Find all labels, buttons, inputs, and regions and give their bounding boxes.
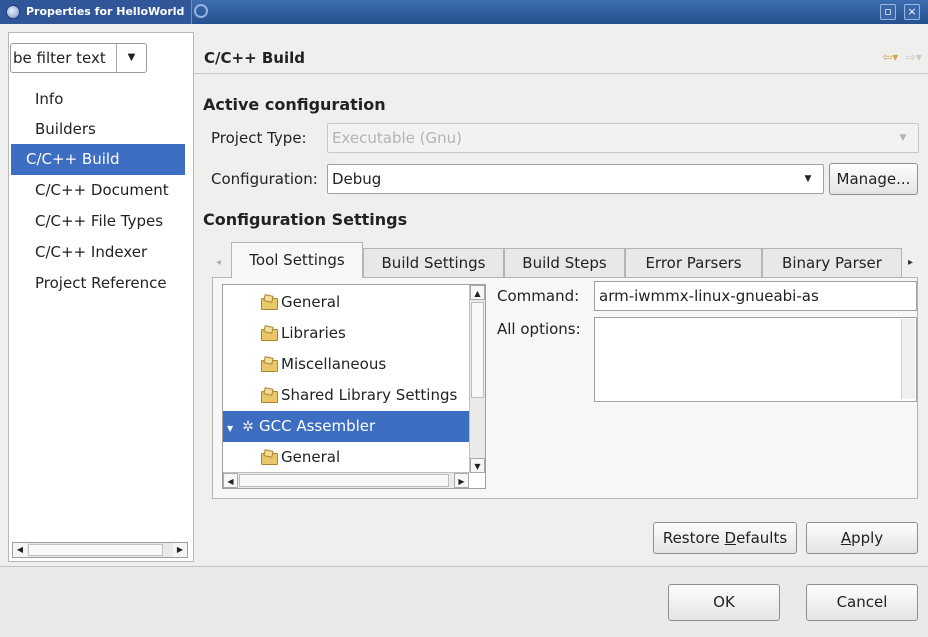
- nav-horizontal-scrollbar[interactable]: ◀ ▶: [12, 542, 188, 558]
- nav-item-project-references[interactable]: Project Reference: [9, 268, 194, 299]
- configuration-label: Configuration:: [211, 170, 318, 188]
- window-menu-icon[interactable]: [194, 4, 208, 18]
- tab-error-parsers[interactable]: Error Parsers: [625, 248, 762, 278]
- tab-scroll-right-icon[interactable]: ▸: [908, 248, 913, 278]
- tree-item-shared-library-settings[interactable]: Shared Library Settings: [261, 380, 457, 411]
- folder-icon: [261, 357, 278, 372]
- all-options-field[interactable]: [594, 317, 917, 402]
- scroll-thumb[interactable]: [28, 544, 163, 556]
- cancel-button[interactable]: Cancel: [806, 584, 918, 621]
- tree-item-general[interactable]: General: [261, 287, 340, 318]
- config-settings-heading: Configuration Settings: [203, 210, 408, 229]
- scroll-left-icon[interactable]: ◀: [13, 543, 27, 557]
- restore-defaults-button[interactable]: Restore Defaults: [653, 522, 797, 554]
- ok-button[interactable]: OK: [668, 584, 780, 621]
- filter-input[interactable]: [11, 44, 113, 72]
- nav-item-info[interactable]: Info: [9, 84, 194, 115]
- tree-item-libraries[interactable]: Libraries: [261, 318, 346, 349]
- history-nav: ⇦▾ ⇨▾: [882, 50, 922, 64]
- configuration-value: Debug: [332, 170, 382, 188]
- scroll-thumb[interactable]: [239, 474, 449, 487]
- active-config-heading: Active configuration: [203, 95, 386, 114]
- tree-item-gcc-assembler[interactable]: ▼ ✲ GCC Assembler: [223, 411, 469, 442]
- manage-button[interactable]: Manage...: [829, 163, 918, 195]
- configuration-combo[interactable]: Debug ▼: [327, 164, 824, 194]
- close-icon[interactable]: ×: [904, 4, 920, 20]
- chevron-down-icon: ▼: [127, 52, 136, 63]
- project-type-value: Executable (Gnu): [332, 129, 462, 147]
- scroll-right-icon[interactable]: ▶: [454, 473, 469, 488]
- gear-icon: ✲: [242, 419, 254, 435]
- app-icon: [6, 5, 20, 19]
- nav-item-cpp-document[interactable]: C/C++ Document: [9, 175, 194, 206]
- nav-item-cpp-build[interactable]: C/C++ Build: [11, 144, 185, 175]
- folder-icon: [261, 450, 278, 465]
- chevron-down-icon: ▼: [899, 133, 907, 143]
- tab-build-steps[interactable]: Build Steps: [504, 248, 625, 278]
- tool-tree: General Libraries Miscellaneous Shared L…: [222, 284, 486, 489]
- tab-tool-settings[interactable]: Tool Settings: [231, 242, 363, 278]
- tab-binary-parser[interactable]: Binary Parser: [762, 248, 902, 278]
- window-titlebar: Properties for HelloWorld ▫ ×: [0, 0, 928, 24]
- apply-button[interactable]: Apply: [806, 522, 918, 554]
- window-title: Properties for HelloWorld: [26, 5, 185, 18]
- nav-item-cpp-file-types[interactable]: C/C++ File Types: [9, 206, 194, 237]
- options-vertical-scrollbar: [901, 319, 915, 399]
- forward-arrow-icon: ⇨▾: [902, 50, 922, 64]
- settings-tab-bar: ◂ Tool Settings Build Settings Build Ste…: [212, 242, 918, 278]
- project-type-label: Project Type:: [211, 129, 307, 147]
- folder-icon: [261, 388, 278, 403]
- all-options-label: All options:: [497, 320, 581, 338]
- maximize-icon[interactable]: ▫: [880, 4, 896, 20]
- project-type-combo: Executable (Gnu) ▼: [327, 123, 919, 153]
- nav-item-cpp-indexer[interactable]: C/C++ Indexer: [9, 237, 194, 268]
- filter-box: ▼: [10, 43, 147, 73]
- folder-icon: [261, 326, 278, 341]
- page-title: C/C++ Build: [204, 49, 305, 67]
- tree-horizontal-scrollbar[interactable]: ◀ ▶: [223, 472, 469, 488]
- scroll-up-icon[interactable]: ▲: [470, 285, 485, 300]
- tree-item-assembler-general[interactable]: General: [261, 442, 340, 473]
- expand-arrow-icon[interactable]: ▼: [227, 413, 241, 444]
- dialog-footer: [0, 567, 928, 637]
- tab-build-settings[interactable]: Build Settings: [363, 248, 504, 278]
- scroll-down-icon[interactable]: ▼: [470, 458, 485, 473]
- tree-item-miscellaneous[interactable]: Miscellaneous: [261, 349, 386, 380]
- command-field[interactable]: arm-iwmmx-linux-gnueabi-as: [594, 281, 917, 311]
- page-header: C/C++ Build ⇦▾ ⇨▾: [194, 40, 928, 74]
- scroll-right-icon[interactable]: ▶: [173, 543, 187, 557]
- scroll-left-icon[interactable]: ◀: [223, 473, 238, 488]
- nav-item-builders[interactable]: Builders: [9, 114, 194, 145]
- tab-scroll-left-icon: ◂: [216, 257, 222, 268]
- back-arrow-icon[interactable]: ⇦▾: [882, 50, 898, 64]
- chevron-down-icon[interactable]: ▼: [793, 165, 823, 193]
- scroll-thumb[interactable]: [471, 302, 484, 398]
- filter-dropdown-button[interactable]: ▼: [116, 44, 146, 72]
- folder-icon: [261, 295, 278, 310]
- command-label: Command:: [497, 287, 580, 305]
- tree-vertical-scrollbar[interactable]: ▲ ▼: [469, 285, 485, 473]
